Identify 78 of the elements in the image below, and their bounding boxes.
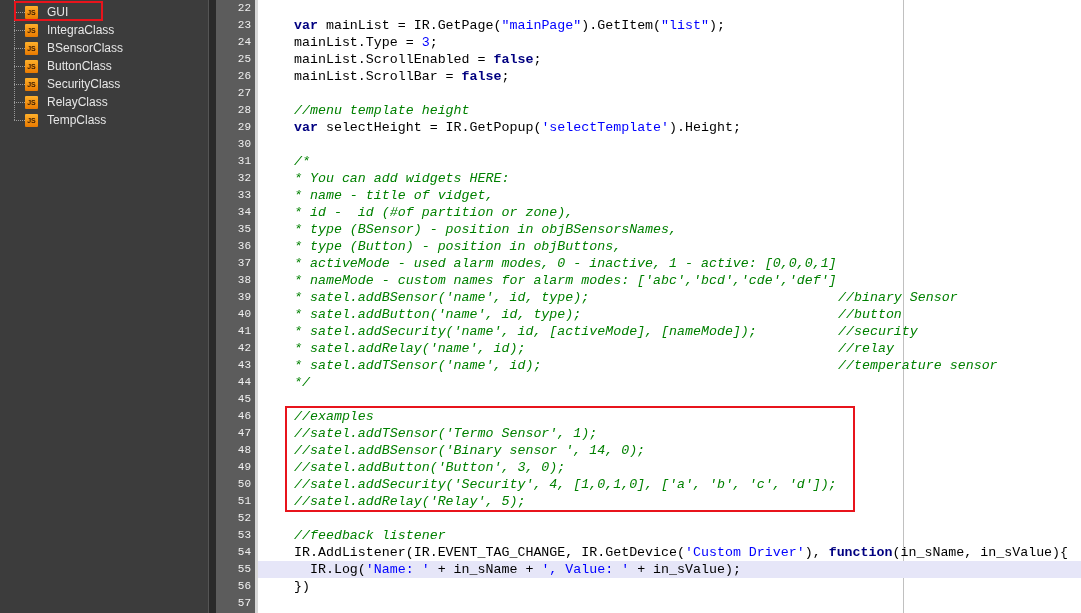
tree-item[interactable]: IntegraClass xyxy=(47,21,115,39)
line-number: 37 xyxy=(236,256,252,271)
line-number: 39 xyxy=(236,290,252,305)
code-line: mainList.ScrollBar = false; xyxy=(294,68,510,85)
tree-item[interactable]: GUI xyxy=(47,3,69,21)
code-comment: //temperature sensor xyxy=(838,357,998,374)
code-line: * name - title of vidget, xyxy=(294,187,494,204)
tree-item[interactable]: ButtonClass xyxy=(47,57,112,75)
code-line: * You can add widgets HERE: xyxy=(294,170,510,187)
line-number: 48 xyxy=(236,443,252,458)
code-line: //satel.addButton('Button', 3, 0); xyxy=(294,459,566,476)
code-line: //satel.addSecurity('Security', 4, [1,0,1,0], ['a', 'b', 'c', 'd']); xyxy=(294,476,837,493)
tree-item[interactable]: SecurityClass xyxy=(47,75,121,93)
code-line: //satel.addTSensor('Termo Sensor', 1); xyxy=(294,425,598,442)
line-number: 32 xyxy=(236,171,252,186)
code-comment: //binary Sensor xyxy=(838,289,958,306)
code-comment: //relay xyxy=(838,340,894,357)
code-line: * satel.addButton('name', id, type); xyxy=(294,306,582,323)
code-line: //satel.addRelay('Relay', 5); xyxy=(294,493,526,510)
code-line: IR.Log('Name: ' + in_sName + ', Value: ' + in_sValue); xyxy=(308,561,741,578)
code-line: * activeMode - used alarm modes, 0 - inactive, 1 - active: [0,0,0,1] xyxy=(294,255,837,272)
line-number: 44 xyxy=(236,375,252,390)
line-number: 53 xyxy=(236,528,252,543)
code-line: //examples xyxy=(294,408,374,425)
line-number: 27 xyxy=(236,86,252,101)
line-number: 29 xyxy=(236,120,252,135)
code-line: * type (Button) - position in objButtons, xyxy=(294,238,622,255)
code-line: * satel.addTSensor('name', id); xyxy=(294,357,542,374)
line-number: 49 xyxy=(236,460,252,475)
line-number: 45 xyxy=(236,392,252,407)
line-number: 35 xyxy=(236,222,252,237)
line-number: 47 xyxy=(236,426,252,441)
line-number: 40 xyxy=(236,307,252,322)
code-line: * type (BSensor) - position in objBSensorsNames, xyxy=(294,221,677,238)
code-comment: //security xyxy=(838,323,918,340)
line-number: 51 xyxy=(236,494,252,509)
code-line: mainList.ScrollEnabled = false; xyxy=(294,51,542,68)
line-number: 22 xyxy=(236,1,252,16)
line-number: 54 xyxy=(236,545,252,560)
tree-item[interactable]: TempClass xyxy=(47,111,107,129)
line-number: 25 xyxy=(236,52,252,67)
line-number: 52 xyxy=(236,511,252,526)
code-line: //feedback listener xyxy=(294,527,446,544)
code-line: //menu template height xyxy=(294,102,470,119)
code-line: */ xyxy=(294,374,310,391)
code-line: * satel.addSecurity('name', id, [activeMode], [nameMode]); xyxy=(294,323,757,340)
line-number: 24 xyxy=(236,35,252,50)
line-number: 38 xyxy=(236,273,252,288)
line-number: 36 xyxy=(236,239,252,254)
line-number: 28 xyxy=(236,103,252,118)
code-line: }) xyxy=(294,578,310,595)
line-number: 46 xyxy=(236,409,252,424)
line-number: 43 xyxy=(236,358,252,373)
line-number: 26 xyxy=(236,69,252,84)
line-number: 56 xyxy=(236,579,252,594)
code-line: mainList.Type = 3; xyxy=(294,34,438,51)
line-number: 31 xyxy=(236,154,252,169)
code-line: /* xyxy=(294,153,310,170)
code-line: var selectHeight = IR.GetPopup('selectTemplate').Height; xyxy=(294,119,741,136)
tree-item[interactable]: BSensorClass xyxy=(47,39,124,57)
line-number: 33 xyxy=(236,188,252,203)
line-number: 23 xyxy=(236,18,252,33)
code-line: * id - id (#of partition or zone), xyxy=(294,204,574,221)
code-line: * nameMode - custom names for alarm modes: ['abc','bcd','cde','def'] xyxy=(294,272,837,289)
line-number: 57 xyxy=(236,596,252,611)
line-number: 30 xyxy=(236,137,252,152)
tree-item[interactable]: RelayClass xyxy=(47,93,108,111)
code-line: * satel.addRelay('name', id); xyxy=(294,340,526,357)
line-number: 55 xyxy=(236,562,252,577)
code-line: var mainList = IR.GetPage("mainPage").GetItem("list"); xyxy=(294,17,725,34)
line-number: 50 xyxy=(236,477,252,492)
line-number: 41 xyxy=(236,324,252,339)
code-comment: //button xyxy=(838,306,902,323)
code-line: //satel.addBSensor('Binary sensor ', 14, 0); xyxy=(294,442,646,459)
code-line: IR.AddListener(IR.EVENT_TAG_CHANGE, IR.GetDevice('Custom Driver'), function(in_sName, in_sValue){ xyxy=(294,544,1069,561)
line-number: 42 xyxy=(236,341,252,356)
code-line: * satel.addBSensor('name', id, type); xyxy=(294,289,590,306)
line-number: 34 xyxy=(236,205,252,220)
